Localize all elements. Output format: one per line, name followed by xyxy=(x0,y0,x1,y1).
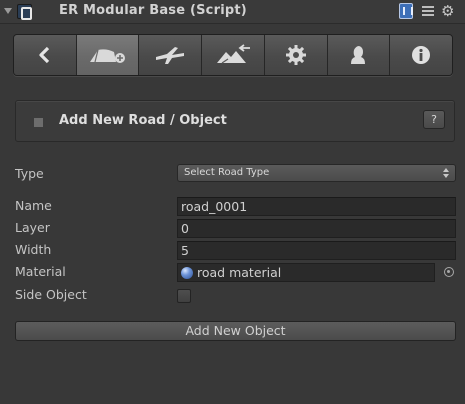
road-type-value: Select Road Type xyxy=(184,167,270,178)
road-type-dropdown[interactable]: Select Road Type xyxy=(177,164,456,182)
bullet-icon xyxy=(34,118,43,127)
connection-button[interactable] xyxy=(139,35,203,75)
dropdown-arrows-icon xyxy=(443,168,449,178)
side-object-label: Side Object xyxy=(15,287,87,302)
connection-icon xyxy=(156,47,185,64)
terrain-button[interactable] xyxy=(202,35,265,75)
inspector-header: ER Modular Base (Script) ⚙ xyxy=(0,0,465,24)
section-title: Add New Road / Object xyxy=(59,113,227,128)
add-road-button[interactable] xyxy=(76,35,140,75)
preset-icon[interactable] xyxy=(421,3,435,19)
help-button[interactable]: ? xyxy=(423,110,445,129)
user-button[interactable] xyxy=(327,35,391,75)
layer-input[interactable]: 0 xyxy=(177,219,456,238)
width-input[interactable]: 5 xyxy=(177,241,456,260)
object-picker-icon[interactable] xyxy=(444,267,454,277)
user-icon xyxy=(351,46,366,64)
gear-icon xyxy=(285,45,306,65)
add-road-icon xyxy=(89,49,125,63)
terrain-icon xyxy=(217,44,251,64)
width-label: Width xyxy=(15,242,52,257)
back-button[interactable] xyxy=(14,35,77,75)
gear-icon[interactable]: ⚙ xyxy=(441,3,459,19)
material-value: road material xyxy=(197,265,282,280)
material-sphere-icon xyxy=(181,267,193,279)
material-field[interactable]: road material xyxy=(177,263,435,282)
add-new-object-button[interactable]: Add New Object xyxy=(15,321,456,341)
name-input[interactable]: road_0001 xyxy=(177,197,456,216)
type-label: Type xyxy=(15,166,44,181)
side-object-checkbox[interactable] xyxy=(177,289,191,303)
settings-button[interactable] xyxy=(264,35,328,75)
component-title: ER Modular Base (Script) xyxy=(59,3,247,18)
info-icon xyxy=(412,46,431,64)
add-road-section: Add New Road / Object ? xyxy=(15,100,455,142)
info-button[interactable] xyxy=(390,35,452,75)
name-label: Name xyxy=(15,198,52,213)
foldout-arrow-icon[interactable] xyxy=(4,8,12,14)
back-arrow-icon xyxy=(39,46,49,64)
help-book-icon[interactable] xyxy=(399,3,413,19)
tool-tabs xyxy=(13,34,453,76)
layer-label: Layer xyxy=(15,220,50,235)
material-label: Material xyxy=(15,264,66,279)
script-enabled-icon[interactable] xyxy=(17,4,32,20)
